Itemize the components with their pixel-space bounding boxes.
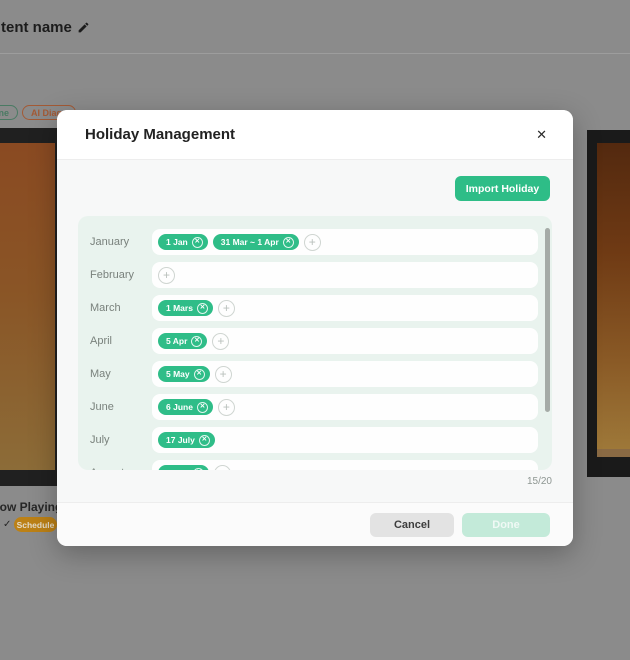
modal-header: Holiday Management ✕	[57, 110, 573, 160]
month-label: March	[90, 302, 152, 314]
close-icon[interactable]: ✕	[532, 124, 551, 145]
month-label: February	[90, 269, 152, 281]
holiday-chip: 31 Mar ~ 1 Apr ✕	[213, 234, 299, 250]
holiday-counter: 15/20	[527, 476, 552, 487]
holiday-chip-label: 6 June	[166, 402, 193, 412]
holiday-chip: 1 Mars ✕	[158, 300, 213, 316]
remove-holiday-icon[interactable]: ✕	[192, 237, 203, 248]
app-background: tent name Online AI Diag Now Playing ✓ S…	[0, 0, 630, 660]
add-holiday-button[interactable]: +	[218, 399, 235, 416]
holiday-input[interactable]: 17 July ✕	[152, 427, 538, 453]
display-content-left	[0, 143, 55, 470]
remove-holiday-icon[interactable]: ✕	[197, 402, 208, 413]
month-row: August 1 Aug ✕ +	[90, 460, 538, 470]
remove-holiday-icon[interactable]: ✕	[193, 468, 204, 471]
holiday-input[interactable]: 5 Apr ✕ +	[152, 328, 538, 354]
holiday-chip-label: 31 Mar ~ 1 Apr	[221, 237, 279, 247]
import-holiday-button[interactable]: Import Holiday	[455, 176, 550, 201]
scrollbar-thumb[interactable]	[545, 228, 550, 412]
month-list-card: January1 Jan✕31 Mar ~ 1 Apr✕+February+Ma…	[78, 216, 552, 470]
add-holiday-button[interactable]: +	[304, 234, 321, 251]
month-row: March 1 Mars ✕ +	[90, 295, 538, 321]
display-content-strip	[597, 449, 630, 457]
month-row: January 1 Jan ✕ 31 Mar ~ 1 Apr ✕ +	[90, 229, 538, 255]
holiday-chip: 17 July ✕	[158, 432, 215, 448]
holiday-chip-label: 5 May	[166, 369, 190, 379]
display-preview-left	[0, 128, 57, 486]
month-label: June	[90, 401, 152, 413]
add-holiday-button[interactable]: +	[215, 366, 232, 383]
holiday-input[interactable]: 1 Mars ✕ +	[152, 295, 538, 321]
holiday-input[interactable]: 1 Jan ✕ 31 Mar ~ 1 Apr ✕ +	[152, 229, 538, 255]
status-badge-online-label: Online	[0, 108, 9, 118]
modal-footer: Cancel Done	[57, 502, 573, 546]
add-holiday-button[interactable]: +	[218, 300, 235, 317]
top-bar	[0, 0, 630, 54]
month-label: August	[90, 467, 152, 470]
month-row: July 17 July ✕	[90, 427, 538, 453]
edit-pencil-icon[interactable]	[77, 21, 90, 34]
holiday-chip: 6 June ✕	[158, 399, 213, 415]
holiday-input[interactable]: 5 May ✕ +	[152, 361, 538, 387]
schedule-badge: Schedule	[14, 517, 57, 532]
display-content-right	[597, 143, 630, 455]
remove-holiday-icon[interactable]: ✕	[197, 303, 208, 314]
modal-title: Holiday Management	[85, 126, 235, 143]
holiday-input[interactable]: 1 Aug ✕ +	[152, 460, 538, 470]
holiday-chip-label: 1 Mars	[166, 303, 193, 313]
month-row: February +	[90, 262, 538, 288]
holiday-input[interactable]: 6 June ✕ +	[152, 394, 538, 420]
holiday-chip-label: 5 Apr	[166, 336, 187, 346]
add-holiday-button[interactable]: +	[212, 333, 229, 350]
holiday-chip-label: 17 July	[166, 435, 195, 445]
holiday-chip: 5 May ✕	[158, 366, 210, 382]
remove-holiday-icon[interactable]: ✕	[283, 237, 294, 248]
holiday-chip: 5 Apr ✕	[158, 333, 207, 349]
month-label: May	[90, 368, 152, 380]
remove-holiday-icon[interactable]: ✕	[194, 369, 205, 380]
remove-holiday-icon[interactable]: ✕	[199, 435, 210, 446]
month-row: April 5 Apr ✕ +	[90, 328, 538, 354]
holiday-chip: 1 Jan ✕	[158, 234, 208, 250]
now-playing-label: Now Playing	[0, 500, 62, 514]
display-preview-right	[587, 130, 630, 477]
month-list: January1 Jan✕31 Mar ~ 1 Apr✕+February+Ma…	[78, 229, 552, 470]
holiday-chip-label: 1 Jan	[166, 237, 188, 247]
holiday-chip: 1 Aug ✕	[158, 465, 209, 470]
add-holiday-button[interactable]: +	[214, 465, 231, 471]
cancel-button[interactable]: Cancel	[370, 513, 454, 537]
month-label: January	[90, 236, 152, 248]
month-row: May 5 May ✕ +	[90, 361, 538, 387]
status-badge-online: Online	[0, 105, 18, 120]
content-name: tent name	[1, 19, 72, 36]
month-row: June 6 June ✕ +	[90, 394, 538, 420]
done-button[interactable]: Done	[462, 513, 550, 537]
month-label: July	[90, 434, 152, 446]
add-holiday-button[interactable]: +	[158, 267, 175, 284]
holiday-chip-label: 1 Aug	[166, 468, 189, 470]
month-label: April	[90, 335, 152, 347]
holiday-management-modal: Holiday Management ✕ Import Holiday Janu…	[57, 110, 573, 546]
holiday-input[interactable]: +	[152, 262, 538, 288]
remove-holiday-icon[interactable]: ✕	[191, 336, 202, 347]
check-icon: ✓	[3, 519, 11, 530]
